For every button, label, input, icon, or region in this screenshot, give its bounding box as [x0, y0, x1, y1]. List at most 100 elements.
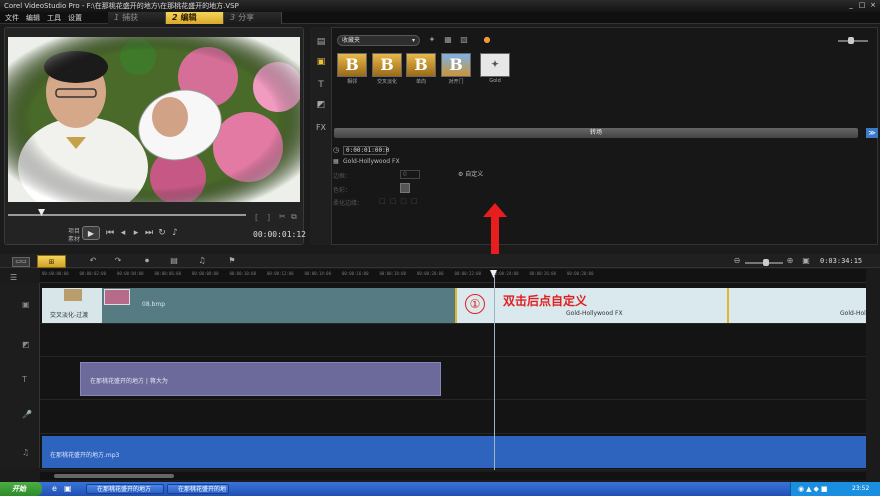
scrollbar-thumb[interactable]	[54, 474, 174, 478]
menu-tools[interactable]: 工具	[47, 13, 61, 23]
mixer-icon[interactable]: ▤	[167, 256, 181, 267]
transition-icon[interactable]: ▣	[312, 57, 330, 71]
duration-field[interactable]: 0:00:01:00:0	[343, 146, 389, 155]
border-field[interactable]: 0	[400, 170, 420, 179]
trim-in-icon[interactable]: [	[255, 213, 258, 222]
menu-file[interactable]: 文件	[5, 13, 19, 23]
preview-scrubber[interactable]	[8, 214, 246, 216]
record-capture-icon[interactable]: ⏺	[140, 256, 154, 267]
thumb-label: 对开门	[448, 79, 464, 85]
zoom-in-icon[interactable]: ⊕	[783, 256, 797, 267]
options-header[interactable]: 转场	[334, 128, 858, 138]
fit-project-icon[interactable]: ▣	[799, 256, 813, 267]
clock-icon: ◷	[333, 146, 340, 154]
info-icon[interactable]: ●	[481, 35, 493, 46]
slider-knob[interactable]	[848, 37, 854, 44]
red-arrow-icon	[483, 203, 507, 255]
tab-share[interactable]: 3 分享	[224, 12, 282, 24]
music-track-icon[interactable]: ♫	[22, 448, 29, 457]
trim-out-icon[interactable]: ]	[267, 213, 270, 222]
graphic-icon[interactable]: ◩	[312, 100, 330, 114]
start-button[interactable]: 开始	[0, 482, 42, 496]
clip-name: 08.bmp	[142, 301, 166, 308]
undo-icon[interactable]: ↶	[86, 256, 100, 267]
media-icon[interactable]: ▤	[312, 37, 330, 51]
next-frame-icon[interactable]: ▸	[130, 228, 142, 238]
ruler-tick-label: 00:00:08:00	[192, 271, 219, 276]
motion-track-icon[interactable]: ⚑	[225, 256, 239, 267]
storyboard-view-button[interactable]: ▭▭	[12, 257, 30, 267]
volume-icon[interactable]: ♪	[169, 228, 181, 238]
ruler-tick-label: 00:00:12:00	[267, 271, 294, 276]
overlay-track[interactable]	[40, 324, 866, 357]
thumb-transition-3[interactable]: B	[406, 53, 436, 77]
add-favorite-icon[interactable]: ✦	[426, 35, 438, 46]
home-icon[interactable]: ⏮	[104, 228, 116, 238]
video-track-icon[interactable]: ▣	[22, 300, 30, 309]
color-swatch[interactable]	[400, 183, 410, 193]
voice-track[interactable]	[40, 400, 866, 434]
auto-music-icon[interactable]: ♫	[195, 256, 209, 267]
play-button[interactable]: ▶	[82, 226, 100, 240]
tab-capture[interactable]: 1 捕获	[108, 12, 166, 24]
track-manager-icon[interactable]: ☰	[10, 273, 17, 282]
close-button[interactable]: ×	[868, 1, 878, 10]
zoom-slider-knob[interactable]	[763, 259, 769, 266]
tray-icons[interactable]: ◉▲◆■	[798, 485, 830, 493]
ruler-tick-label: 00:00:20:00	[417, 271, 444, 276]
thumb-transition-gold[interactable]: ✦	[480, 53, 510, 77]
thumb-label: 单向	[415, 79, 426, 85]
music-clip[interactable]	[42, 436, 866, 468]
title-icon[interactable]: T	[312, 80, 330, 94]
customize-button[interactable]: ⚙ 自定义	[458, 169, 483, 178]
preview-scene	[8, 37, 300, 202]
menu-settings[interactable]: 设置	[68, 13, 82, 23]
ruler-tick-label: 00:00:06:00	[154, 271, 182, 276]
step-marker: ①	[465, 294, 485, 314]
ruler-tick-label: 00:00:10:00	[229, 271, 257, 276]
thumb-transition-1[interactable]: B	[337, 53, 367, 77]
thumb-transition-4[interactable]: B	[441, 53, 471, 77]
apply-random-icon[interactable]: ▧	[458, 35, 470, 46]
clip-label[interactable]: 素材	[68, 234, 80, 243]
repeat-icon[interactable]: ↻	[156, 228, 168, 238]
clip-name: Gold-Hollywood FX	[566, 310, 623, 317]
title-clip-name: 在那桃花盛开的地方 | 蒋大为	[90, 378, 168, 385]
project-duration: 0:03:34:15	[820, 257, 863, 265]
enlarge-icon[interactable]: ⧉	[291, 212, 297, 222]
annotation-text: 双击后点自定义	[503, 294, 588, 308]
effect-icon: ▦	[333, 158, 339, 165]
menu-edit[interactable]: 编辑	[26, 13, 40, 23]
filter-icon[interactable]: FX	[312, 123, 330, 137]
timeline-toolbar	[0, 254, 880, 268]
clip-gold-hollywood-2[interactable]	[727, 288, 866, 323]
redo-icon[interactable]: ↷	[111, 256, 125, 267]
voice-track-icon[interactable]: 🎤	[22, 410, 32, 419]
split-icon[interactable]: ✂	[279, 212, 286, 221]
thumb-transition-2[interactable]: B	[372, 53, 402, 77]
taskbar-window-2[interactable]: 在那桃花盛开的地	[167, 484, 229, 494]
folder-dropdown[interactable]: 收藏夹 ▾	[337, 35, 420, 46]
playhead-line[interactable]	[494, 276, 495, 470]
prev-frame-icon[interactable]: ◂	[117, 228, 129, 238]
expand-options-icon[interactable]: ≫	[866, 128, 878, 138]
timeline-view-button[interactable]: ⊞	[37, 255, 66, 268]
overlay-track-icon[interactable]: ◩	[22, 340, 30, 349]
clip-name: Gold-Hol	[840, 310, 866, 317]
zoom-out-icon[interactable]: ⊖	[730, 256, 744, 267]
explorer-icon[interactable]: ▣	[64, 484, 72, 493]
thumb-label: Gold	[489, 78, 501, 84]
tab-edit[interactable]: 2 编辑	[166, 12, 224, 24]
ie-icon[interactable]: e	[52, 484, 57, 493]
end-icon[interactable]: ⏭	[143, 228, 155, 238]
ruler-tick-label: 00:00:00:00	[42, 271, 69, 276]
taskbar-window-1[interactable]: 在那桃花盛开的地方	[86, 484, 164, 494]
minimize-button[interactable]: _	[846, 1, 856, 10]
soft-edge-options[interactable]: □□□□	[379, 197, 421, 205]
maximize-button[interactable]: □	[857, 1, 867, 10]
color-label: 色彩：	[333, 187, 352, 194]
apply-all-icon[interactable]: ▦	[442, 35, 454, 46]
clock: 23:52	[852, 485, 870, 492]
preview-timecode[interactable]: 00:00:01:12	[253, 230, 306, 239]
title-track-icon[interactable]: T	[22, 375, 27, 384]
